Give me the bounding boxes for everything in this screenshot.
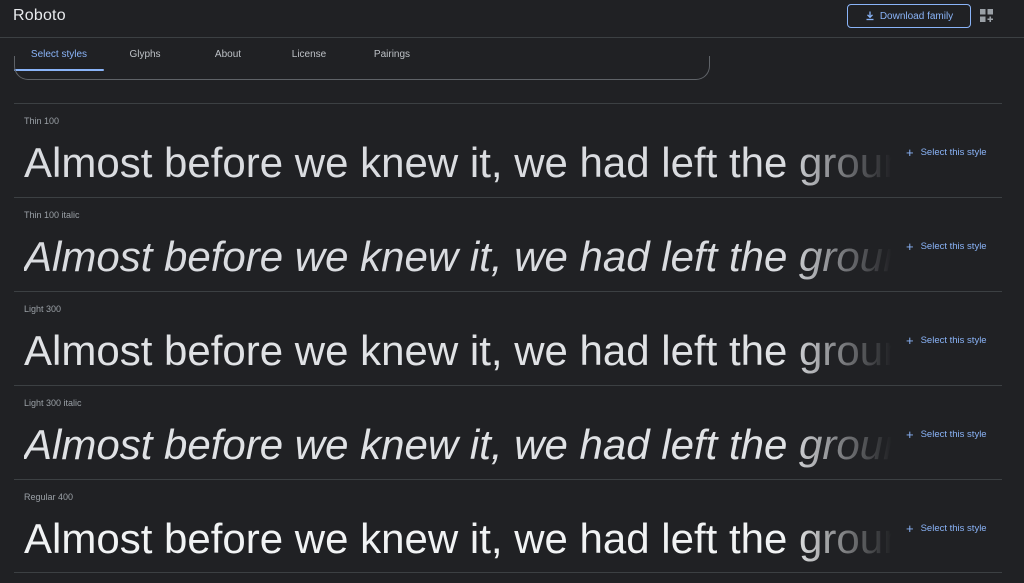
- plus-icon: +: [906, 520, 914, 536]
- plus-icon: +: [906, 332, 914, 348]
- style-row: Light 300 Almost before we knew it, we h…: [0, 291, 1024, 385]
- preview-text-input[interactable]: [14, 56, 710, 80]
- select-style-button[interactable]: + Select this style: [906, 521, 987, 535]
- style-row: Thin 100 italic Almost before we knew it…: [0, 197, 1024, 291]
- plus-icon: +: [906, 426, 914, 442]
- style-name: Light 300 italic: [24, 398, 82, 408]
- select-style-label: Select this style: [920, 240, 987, 252]
- style-list: Thin 100 Almost before we knew it, we ha…: [0, 103, 1024, 573]
- style-sample: Almost before we knew it, we had left th…: [24, 139, 892, 186]
- style-sample: Almost before we knew it, we had left th…: [24, 233, 892, 280]
- select-style-button[interactable]: + Select this style: [906, 239, 987, 253]
- style-row: Thin 100 Almost before we knew it, we ha…: [0, 103, 1024, 197]
- download-family-label: Download family: [879, 10, 954, 22]
- select-style-label: Select this style: [920, 334, 987, 346]
- select-style-label: Select this style: [920, 522, 987, 534]
- top-bar: Roboto Download family: [0, 0, 1024, 38]
- select-style-label: Select this style: [920, 428, 987, 440]
- style-name: Thin 100 italic: [24, 210, 80, 220]
- style-sample: Almost before we knew it, we had left th…: [24, 515, 892, 562]
- plus-icon: +: [906, 144, 914, 160]
- style-name: Light 300: [24, 304, 62, 314]
- select-style-button[interactable]: + Select this style: [906, 427, 987, 441]
- apps-grid-icon[interactable]: [980, 9, 994, 23]
- style-row: Light 300 italic Almost before we knew i…: [0, 385, 1024, 479]
- download-icon: [866, 11, 874, 21]
- select-style-button[interactable]: + Select this style: [906, 145, 987, 159]
- family-title: Roboto: [13, 7, 66, 24]
- select-style-label: Select this style: [920, 146, 987, 158]
- style-sample: Almost before we knew it, we had left th…: [24, 421, 892, 468]
- select-style-button[interactable]: + Select this style: [906, 333, 987, 347]
- style-sample: Almost before we knew it, we had left th…: [24, 327, 892, 374]
- download-family-button[interactable]: Download family: [847, 4, 971, 28]
- style-name: Regular 400: [24, 492, 74, 502]
- plus-icon: +: [906, 238, 914, 254]
- style-name: Thin 100: [24, 116, 60, 126]
- style-row: Regular 400 Almost before we knew it, we…: [0, 479, 1024, 573]
